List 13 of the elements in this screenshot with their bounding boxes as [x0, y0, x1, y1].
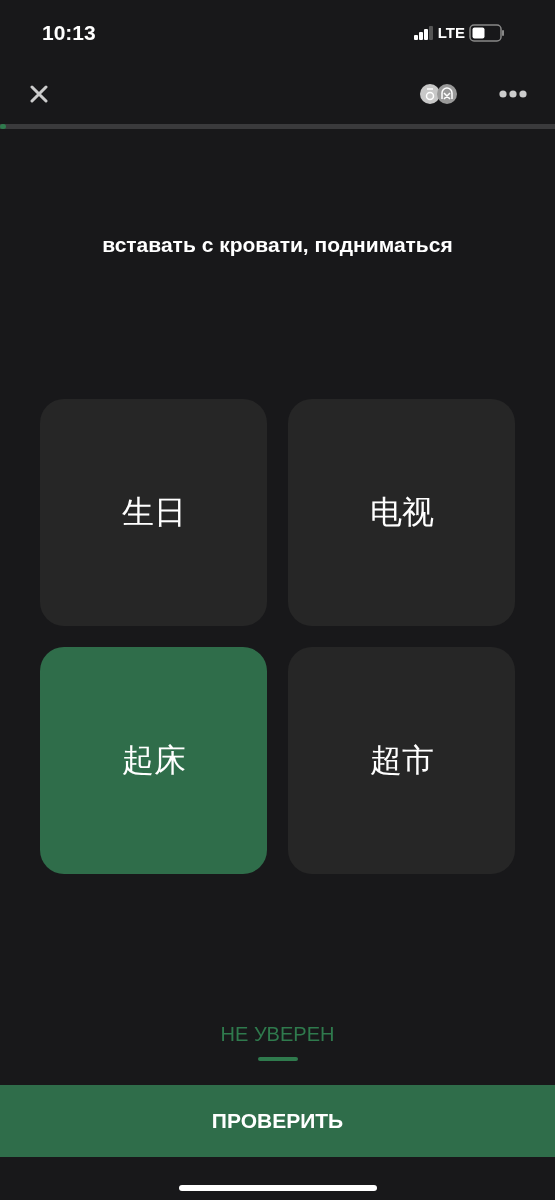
- answer-option[interactable]: 生日: [40, 398, 267, 626]
- more-icon[interactable]: [499, 90, 527, 98]
- network-label: LTE: [437, 22, 465, 43]
- battery-icon: [469, 24, 505, 42]
- answer-option[interactable]: 超市: [288, 646, 515, 874]
- signal-icon: [413, 26, 434, 40]
- prompt-text: вставать с кровати, подниматься: [102, 232, 453, 258]
- audio-toggle-icon[interactable]: [419, 83, 459, 105]
- answer-option[interactable]: 起床: [40, 646, 267, 874]
- check-button[interactable]: ПРОВЕРИТЬ: [0, 1085, 555, 1157]
- answer-option[interactable]: 电视: [288, 398, 515, 626]
- status-time: 10:13: [42, 20, 96, 47]
- close-icon[interactable]: [30, 85, 48, 103]
